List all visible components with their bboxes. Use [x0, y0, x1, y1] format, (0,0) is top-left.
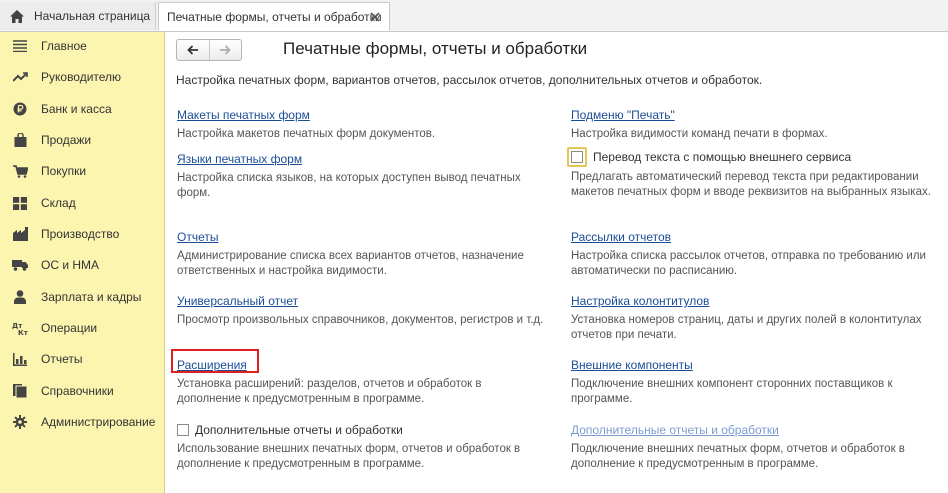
desc-print-submenu: Настройка видимости команд печати в форм…	[571, 128, 828, 140]
truck-icon	[12, 257, 28, 273]
sidebar-item-label: Производство	[41, 227, 120, 241]
sidebar-item-label: ОС и НМА	[41, 258, 100, 272]
link-print-submenu[interactable]: Подменю "Печать"	[571, 108, 675, 122]
desc-print-languages: Настройка списка языков, на которых дост…	[177, 172, 521, 199]
sidebar-item-label: Склад	[41, 196, 76, 210]
tab-print-forms[interactable]: Печатные формы, отчеты и обработки	[158, 2, 390, 31]
history-nav	[176, 39, 242, 61]
checkbox-translation-service[interactable]: Перевод текста с помощью внешнего сервис…	[567, 147, 851, 167]
sidebar-item-catalogs[interactable]: Справочники	[0, 377, 164, 405]
sidebar-item-label: Администрирование	[41, 415, 156, 429]
grid-icon	[12, 195, 28, 211]
link-universal-report[interactable]: Универсальный отчет	[177, 294, 298, 308]
desc-reports: Администрирование списка всех вариантов …	[177, 250, 524, 277]
sidebar-item-operations[interactable]: Дт Кт Операции	[0, 314, 164, 342]
checkbox-box[interactable]	[177, 424, 189, 436]
desc-additional-reports: Использование внешних печатных форм, отч…	[177, 443, 521, 470]
link-additional-reports[interactable]: Дополнительные отчеты и обработки	[571, 423, 779, 437]
sidebar-item-fixed-assets[interactable]: ОС и НМА	[0, 251, 164, 279]
checkbox-label: Перевод текста с помощью внешнего сервис…	[593, 150, 852, 164]
sidebar-item-administration[interactable]: Администрирование	[0, 408, 164, 436]
desc-print-templates: Настройка макетов печатных форм документ…	[177, 128, 436, 140]
trend-chart-icon	[12, 69, 28, 85]
ruble-coin-icon	[12, 101, 28, 117]
desc-universal-report: Просмотр произвольных справочников, доку…	[177, 314, 544, 326]
link-report-mailings[interactable]: Рассылки отчетов	[571, 230, 671, 244]
link-external-components[interactable]: Внешние компоненты	[571, 358, 693, 372]
sidebar-item-main[interactable]: Главное	[0, 32, 164, 60]
svg-text:Кт: Кт	[18, 329, 28, 335]
link-print-templates[interactable]: Макеты печатных форм	[177, 108, 310, 122]
cart-icon	[12, 163, 28, 179]
desc-headers-footers: Установка номеров страниц, даты и других…	[571, 314, 922, 341]
link-headers-footers[interactable]: Настройка колонтитулов	[571, 294, 709, 308]
menu-lines-icon	[12, 38, 28, 54]
checkbox-box[interactable]	[571, 151, 583, 163]
back-button[interactable]	[177, 40, 209, 60]
highlight-frame	[171, 349, 259, 373]
tab-bar: Начальная страница Печатные формы, отчет…	[0, 0, 948, 32]
sidebar-item-label: Справочники	[41, 384, 114, 398]
sidebar-item-sales[interactable]: Продажи	[0, 126, 164, 154]
gear-icon	[12, 414, 28, 430]
sidebar-item-warehouse[interactable]: Склад	[0, 189, 164, 217]
checkbox-label: Дополнительные отчеты и обработки	[195, 423, 403, 437]
sidebar-item-label: Главное	[41, 39, 87, 53]
arrow-right-icon	[220, 45, 232, 55]
sidebar-item-production[interactable]: Производство	[0, 220, 164, 248]
sidebar-item-reports[interactable]: Отчеты	[0, 345, 164, 373]
checkbox-focus-frame	[567, 147, 587, 167]
page-subtitle: Настройка печатных форм, вариантов отчет…	[176, 73, 763, 87]
sidebar-item-label: Покупки	[41, 164, 87, 178]
sidebar-item-bank[interactable]: Банк и касса	[0, 95, 164, 123]
home-icon	[10, 9, 24, 23]
link-reports[interactable]: Отчеты	[177, 230, 218, 244]
desc-translation-service: Предлагать автоматический перевод текста…	[571, 171, 931, 198]
checkbox-additional-reports[interactable]: Дополнительные отчеты и обработки	[177, 423, 403, 437]
tab-home-label: Начальная страница	[34, 9, 151, 23]
dt-kt-icon: Дт Кт	[12, 320, 28, 336]
sidebar-item-label: Операции	[41, 321, 98, 335]
link-print-languages[interactable]: Языки печатных форм	[177, 152, 302, 166]
sidebar-item-salary[interactable]: Зарплата и кадры	[0, 283, 164, 311]
desc-extensions: Установка расширений: разделов, отчетов …	[177, 378, 482, 405]
sidebar-item-label: Руководителю	[41, 70, 122, 84]
sidebar-item-label: Продажи	[41, 133, 92, 147]
sidebar-item-label: Банк и касса	[41, 102, 112, 116]
sidebar: Главное Руководителю Банк и касса Продаж…	[0, 32, 165, 493]
person-icon	[12, 289, 28, 305]
factory-icon	[12, 226, 28, 242]
tab-print-forms-label: Печатные формы, отчеты и обработки	[167, 9, 382, 24]
sidebar-item-label: Зарплата и кадры	[41, 290, 142, 304]
page-title: Печатные формы, отчеты и обработки	[283, 39, 588, 58]
books-icon	[12, 383, 28, 399]
bar-chart-icon	[12, 351, 28, 367]
forward-button[interactable]	[208, 40, 242, 60]
desc-additional-reports-link: Подключение внешних печатных форм, отчет…	[571, 443, 905, 470]
sidebar-item-manager[interactable]: Руководителю	[0, 63, 164, 91]
tab-home[interactable]: Начальная страница	[0, 2, 156, 30]
arrow-left-icon	[186, 45, 198, 55]
bag-icon	[12, 132, 28, 148]
sidebar-item-purchases[interactable]: Покупки	[0, 157, 164, 185]
sidebar-item-label: Отчеты	[41, 352, 83, 366]
desc-report-mailings: Настройка списка рассылок отчетов, отпра…	[571, 250, 926, 277]
close-icon[interactable]	[369, 11, 381, 23]
main-content: Печатные формы, отчеты и обработки Настр…	[166, 32, 948, 493]
desc-external-components: Подключение внешних компонент сторонних …	[571, 378, 893, 405]
